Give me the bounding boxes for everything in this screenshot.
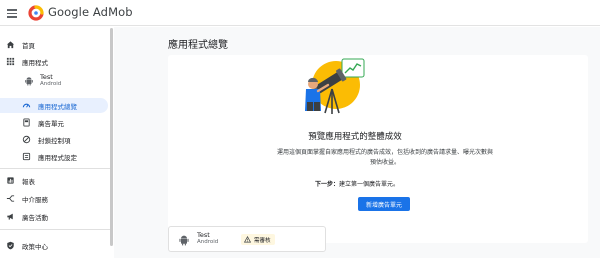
brand-name: Google AdMob xyxy=(48,5,133,19)
settings-icon xyxy=(22,152,31,161)
sidebar-item-label: 中介服務 xyxy=(22,195,48,204)
next-step-label: 下一步： xyxy=(314,181,339,188)
empty-state-description: 運用這個頁面掌握自家應用程式的廣告成效，包括收到的廣告請求量、曝光次數與預估收益… xyxy=(276,149,493,166)
hamburger-menu-icon[interactable] xyxy=(4,5,20,21)
speedometer-icon xyxy=(22,103,31,108)
app-card-platform: Android xyxy=(197,239,219,245)
sidebar-item-ad-units[interactable]: 廣告單元 xyxy=(0,115,112,130)
app-summary-card[interactable]: Test Android 需審核 xyxy=(168,226,326,252)
sidebar-item-campaigns[interactable]: 廣告活動 xyxy=(0,209,112,224)
next-step-text: 下一步：建立第一個廣告單元。 xyxy=(114,179,600,188)
add-ad-unit-button[interactable]: 新增廣告單元 xyxy=(358,197,410,211)
sidebar-divider xyxy=(0,229,112,230)
current-app-entry[interactable]: Test Android xyxy=(0,72,112,94)
app-card-name: Test xyxy=(197,231,210,239)
main-content: 應用程式總覽 預覽應用程式的整體成效 運用這個頁面掌握自家應用程式的廣告成效，包… xyxy=(114,27,600,258)
android-icon xyxy=(25,77,33,86)
sidebar-item-apps[interactable]: 應用程式 xyxy=(0,54,112,69)
status-badge[interactable]: 需審核 xyxy=(241,234,275,245)
sidebar-item-policy-center[interactable]: 政策中心 xyxy=(0,238,112,253)
app-platform: Android xyxy=(40,81,62,87)
sidebar-item-label: 應用程式 xyxy=(22,58,48,67)
sidebar-item-label: 應用程式總覽 xyxy=(38,102,77,111)
mediation-icon xyxy=(6,195,15,202)
admob-logo-icon[interactable] xyxy=(28,5,44,21)
next-step-instruction: 建立第一個廣告單元。 xyxy=(339,181,400,188)
megaphone-icon xyxy=(7,213,13,220)
sidebar-divider xyxy=(0,168,112,169)
home-icon xyxy=(6,41,15,49)
warning-icon xyxy=(244,236,251,243)
android-icon xyxy=(179,235,189,246)
sidebar-nav: 首頁 應用程式 Test Android 應用程式總覽 廣告單元 封鎖控制項 應… xyxy=(0,27,112,258)
status-badge-label: 需審核 xyxy=(254,237,271,244)
app-name: Test xyxy=(40,73,53,81)
sidebar-item-home[interactable]: 首頁 xyxy=(0,37,112,52)
sidebar-item-label: 首頁 xyxy=(22,41,35,50)
sidebar-item-label: 廣告單元 xyxy=(38,119,64,128)
sidebar-item-label: 封鎖控制項 xyxy=(38,136,71,145)
sidebar-item-app-settings[interactable]: 應用程式設定 xyxy=(0,149,112,164)
reports-icon xyxy=(7,177,14,184)
shield-check-icon xyxy=(7,241,14,250)
sidebar-item-label: 政策中心 xyxy=(22,242,48,251)
sidebar-item-label: 應用程式設定 xyxy=(38,153,77,162)
sidebar-scrollbar[interactable] xyxy=(110,28,113,246)
sidebar-item-mediation[interactable]: 中介服務 xyxy=(0,191,112,206)
sidebar-item-blocking-controls[interactable]: 封鎖控制項 xyxy=(0,132,112,147)
apps-grid-icon xyxy=(6,57,15,66)
sidebar-item-label: 報表 xyxy=(22,177,35,186)
sidebar-item-app-overview[interactable]: 應用程式總覽 xyxy=(0,98,108,113)
top-app-bar: Google AdMob xyxy=(0,0,600,26)
sidebar-item-reports[interactable]: 報表 xyxy=(0,173,112,188)
ad-unit-icon xyxy=(23,118,30,127)
block-icon xyxy=(22,135,31,144)
sidebar-item-label: 廣告活動 xyxy=(22,213,48,222)
page-title: 應用程式總覽 xyxy=(168,40,228,51)
telescope-illustration xyxy=(305,58,365,114)
empty-state-heading: 預覽應用程式的整體成效 xyxy=(308,132,402,142)
